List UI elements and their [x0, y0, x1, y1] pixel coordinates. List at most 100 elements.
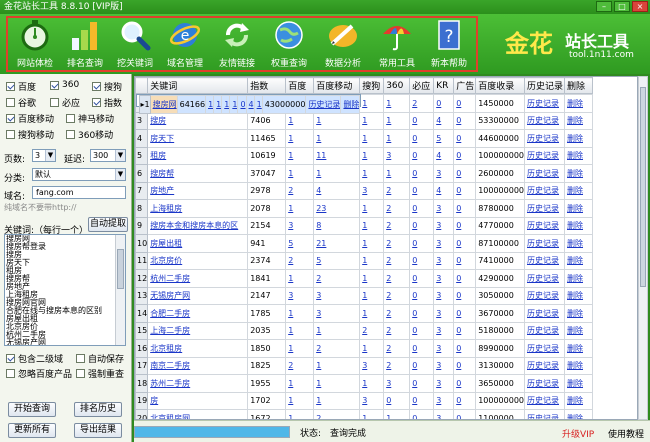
keyword-cell[interactable]: 房天下: [147, 129, 249, 148]
value-cell[interactable]: 2: [285, 356, 315, 375]
keyword-cell[interactable]: 北京租房: [147, 339, 249, 358]
value-cell[interactable]: 1: [359, 199, 385, 218]
value-cell[interactable]: 1: [285, 111, 315, 130]
engine-sogou-checkbox[interactable]: 搜狗: [92, 80, 122, 93]
domain-input[interactable]: fang.com: [32, 186, 126, 199]
value-cell[interactable]: 3: [433, 409, 455, 419]
delete-link[interactable]: 删除: [564, 129, 593, 148]
value-cell[interactable]: 0: [453, 216, 477, 235]
history-link[interactable]: 历史记录: [524, 199, 565, 218]
engine-google-checkbox[interactable]: 谷歌: [6, 96, 36, 109]
delete-link[interactable]: 删除: [564, 409, 593, 419]
column-header[interactable]: 广告: [453, 77, 477, 94]
value-cell[interactable]: 2: [383, 356, 411, 375]
value-cell[interactable]: 23: [313, 199, 361, 218]
value-cell[interactable]: 4: [433, 111, 455, 130]
column-header[interactable]: 百度收录: [475, 77, 525, 94]
start-query-button[interactable]: 开始查询: [8, 402, 56, 417]
value-cell[interactable]: 1: [313, 374, 361, 393]
value-cell[interactable]: 0: [409, 321, 435, 340]
value-cell[interactable]: 0: [409, 164, 435, 183]
delete-link[interactable]: 删除: [340, 95, 361, 114]
value-cell[interactable]: 1: [359, 339, 385, 358]
update-all-button[interactable]: 更新所有: [8, 423, 56, 438]
value-cell[interactable]: 3: [313, 286, 361, 305]
history-link[interactable]: 历史记录: [524, 339, 565, 358]
value-cell[interactable]: 0: [453, 321, 477, 340]
engine-baidu-mobile-checkbox[interactable]: 百度移动: [6, 112, 54, 125]
delete-link[interactable]: 删除: [564, 269, 593, 288]
table-row[interactable]: 13 无锡房产网 2147 3 3 1 2 0 3 0 3050000 历史记录 删除: [135, 286, 593, 305]
value-cell[interactable]: 0: [409, 234, 435, 253]
keywords-textarea[interactable]: 搜房网 搜房帮登录 搜房 房天下 租房 搜房帮 房地产 上海租房 搜房网官网 合肥在线与搜房本息的…: [4, 234, 126, 346]
engine-360-checkbox[interactable]: 360: [50, 80, 79, 90]
table-row[interactable]: 8 上海租房 2078 1 23 1 2 0 3 0 8780000 历史记录 删除: [135, 199, 593, 218]
value-cell[interactable]: 3: [359, 356, 385, 375]
value-cell[interactable]: 3: [433, 164, 455, 183]
value-cell[interactable]: 1: [229, 95, 239, 114]
table-row[interactable]: 7 房地产 2978 2 4 3 2 0 4 0 100000000 历史记录 删除: [135, 181, 593, 200]
keyword-cell[interactable]: 租房: [147, 146, 249, 165]
value-cell[interactable]: 3: [359, 181, 385, 200]
delete-link[interactable]: 删除: [564, 164, 593, 183]
value-cell[interactable]: 3: [383, 374, 411, 393]
engine-bing-checkbox[interactable]: 必应: [50, 96, 80, 109]
value-cell[interactable]: 1: [383, 129, 411, 148]
table-row[interactable]: 12 杭州二手房 1841 1 2 1 2 0 3 0 4290000 历史记录 删除: [135, 269, 593, 288]
engine-shenma-mobile-checkbox[interactable]: 神马移动: [66, 112, 114, 125]
value-cell[interactable]: 1: [285, 129, 315, 148]
value-cell[interactable]: 0: [409, 286, 435, 305]
value-cell[interactable]: 2: [313, 409, 361, 419]
value-cell[interactable]: 2: [383, 286, 411, 305]
value-cell[interactable]: 0: [409, 391, 435, 410]
value-cell[interactable]: 4: [433, 181, 455, 200]
tool-keyword-mining[interactable]: 挖关键词: [110, 18, 160, 70]
table-row[interactable]: 5 租房 10619 1 11 1 3 0 4 0 100000000 历史记录 删除: [135, 146, 593, 165]
value-cell[interactable]: 0: [409, 111, 435, 130]
value-cell[interactable]: 3: [433, 304, 455, 323]
grid-scrollbar[interactable]: [638, 76, 648, 420]
delete-link[interactable]: 删除: [564, 199, 593, 218]
value-cell[interactable]: 1: [313, 111, 361, 130]
pages-select[interactable]: 3 ▼: [32, 149, 56, 162]
history-link[interactable]: 历史记录: [305, 95, 342, 114]
value-cell[interactable]: 0: [453, 146, 477, 165]
value-cell[interactable]: 1: [285, 409, 315, 419]
history-link[interactable]: 历史记录: [524, 304, 565, 323]
value-cell[interactable]: 0: [453, 251, 477, 270]
value-cell[interactable]: 0: [453, 339, 477, 358]
tool-weight-query[interactable]: 权重查询: [264, 18, 314, 70]
value-cell[interactable]: 1: [383, 111, 411, 130]
value-cell[interactable]: 4: [433, 146, 455, 165]
value-cell[interactable]: 1: [285, 269, 315, 288]
keyword-cell[interactable]: 北京租房网: [147, 409, 249, 419]
history-link[interactable]: 历史记录: [524, 321, 565, 340]
column-header[interactable]: 搜狗: [359, 77, 385, 94]
value-cell[interactable]: 1: [285, 199, 315, 218]
table-row[interactable]: 15 上海二手房 2035 1 1 2 2 0 3 0 5180000 历史记录 删除: [135, 321, 593, 340]
tool-data-analysis[interactable]: 数据分析: [318, 18, 368, 70]
value-cell[interactable]: 0: [409, 146, 435, 165]
keywords-scrollbar[interactable]: [115, 235, 125, 345]
history-link[interactable]: 历史记录: [524, 129, 565, 148]
delete-link[interactable]: 删除: [564, 286, 593, 305]
keyword-cell[interactable]: 北京房价: [147, 251, 249, 270]
value-cell[interactable]: 0: [409, 304, 435, 323]
value-cell[interactable]: 0: [409, 251, 435, 270]
value-cell[interactable]: 0: [409, 269, 435, 288]
value-cell[interactable]: 1: [383, 94, 411, 113]
value-cell[interactable]: 1: [383, 164, 411, 183]
value-cell[interactable]: 0: [409, 374, 435, 393]
results-grid[interactable]: 关键词 指数 百度 百度移动 搜狗 360 必应 KR 广告 百度收录 历史记录 删除 ▸1 搜房网 64…: [134, 76, 638, 420]
value-cell[interactable]: 0: [409, 356, 435, 375]
value-cell[interactable]: 0: [453, 409, 477, 419]
column-header[interactable]: 360: [383, 77, 411, 94]
value-cell[interactable]: 2: [383, 269, 411, 288]
value-cell[interactable]: 3: [433, 234, 455, 253]
table-row[interactable]: 16 北京租房 1850 1 2 1 2 0 3 0 8990000 历史记录 删除: [135, 339, 593, 358]
value-cell[interactable]: 0: [409, 216, 435, 235]
value-cell[interactable]: 1: [213, 95, 223, 114]
value-cell[interactable]: 1: [359, 129, 385, 148]
value-cell[interactable]: 1: [359, 146, 385, 165]
value-cell[interactable]: 2: [383, 251, 411, 270]
